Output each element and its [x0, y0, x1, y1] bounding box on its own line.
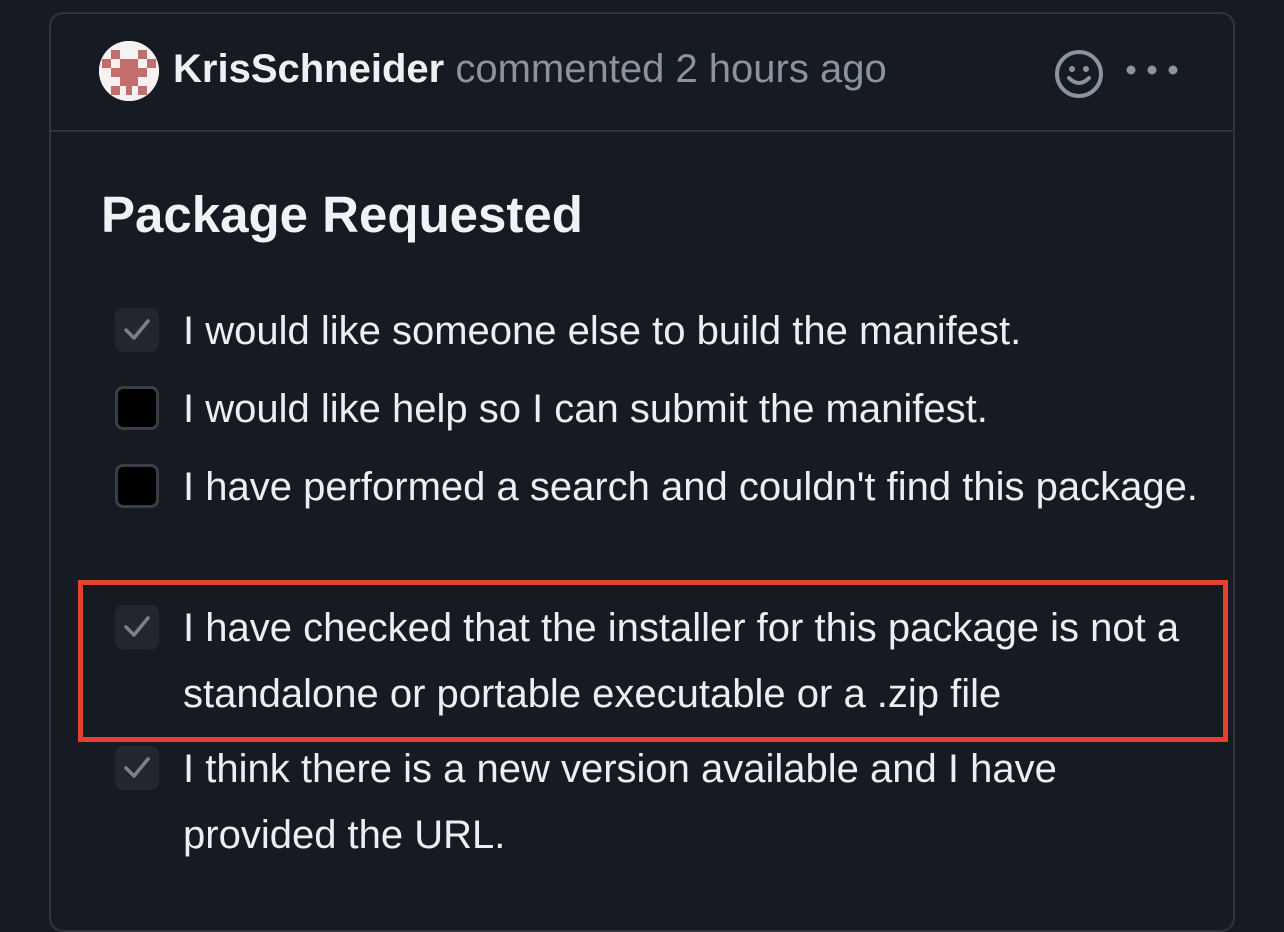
add-reaction-button[interactable]: [1053, 48, 1105, 100]
kebab-horizontal-icon: [1126, 65, 1178, 75]
task-label: I have performed a search and couldn't f…: [183, 465, 1198, 509]
more-options-button[interactable]: [1123, 58, 1181, 82]
comment-author-line: KrisSchneider commented 2 hours ago: [173, 44, 887, 94]
section-heading: Package Requested: [101, 186, 583, 243]
identicon-icon: [99, 41, 159, 101]
task-checkbox-unchecked[interactable]: [115, 386, 159, 430]
task-checkbox-checked[interactable]: [115, 308, 159, 352]
task-label: I would like help so I can submit the ma…: [183, 387, 988, 431]
comment-card: KrisSchneider commented 2 hours ago Pack…: [49, 12, 1235, 932]
checkmark-icon: [124, 319, 150, 340]
smiley-icon: [1055, 50, 1103, 98]
task-checkbox-checked[interactable]: [115, 746, 159, 790]
author-link[interactable]: KrisSchneider: [173, 47, 444, 91]
comment-timestamp[interactable]: commented 2 hours ago: [455, 47, 886, 91]
task-label: I would like someone else to build the m…: [183, 309, 1022, 353]
avatar[interactable]: [99, 41, 159, 101]
comment-header: KrisSchneider commented 2 hours ago: [51, 14, 1233, 132]
checkmark-icon: [124, 616, 150, 637]
task-checkbox-checked[interactable]: [115, 605, 159, 649]
checkmark-icon: [124, 757, 150, 778]
task-checkbox-unchecked[interactable]: [115, 464, 159, 508]
task-label: I have checked that the installer for th…: [183, 606, 1180, 716]
task-label: I think there is a new version available…: [183, 747, 1057, 857]
